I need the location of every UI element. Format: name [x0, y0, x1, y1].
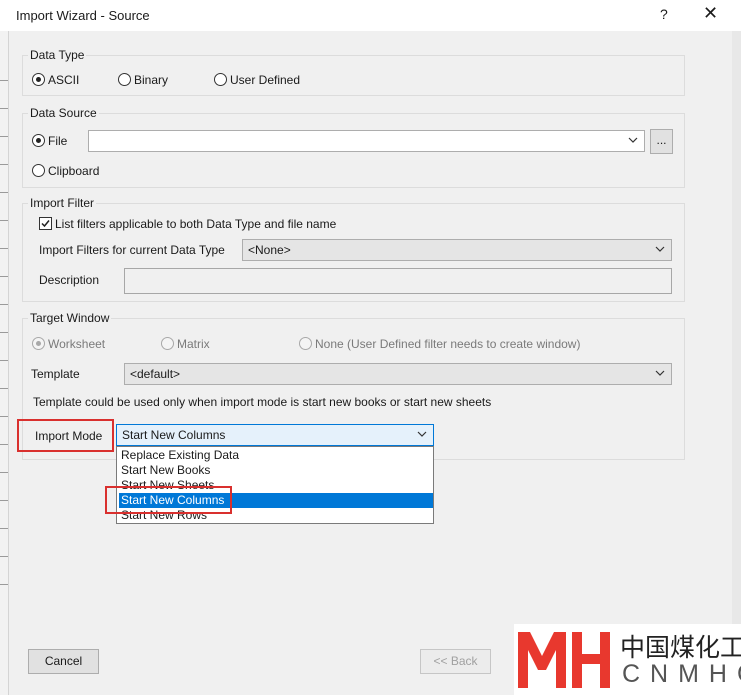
help-button[interactable]: ? — [660, 6, 668, 22]
user-defined-radio[interactable] — [214, 73, 227, 86]
description-label: Description — [39, 273, 100, 287]
dialog-title: Import Wizard - Source — [16, 8, 150, 23]
import-filters-combo[interactable]: <None> — [242, 239, 672, 261]
import-filters-label: Import Filters for current Data Type — [39, 243, 225, 257]
chevron-down-icon — [655, 246, 665, 252]
template-combo[interactable]: <default> — [124, 363, 672, 385]
watermark-en-text: CNMHG — [622, 660, 741, 688]
chevron-down-icon — [417, 431, 427, 437]
chevron-down-icon — [655, 370, 665, 376]
import-wizard-dialog: Import Wizard - Source ? ✕ Data Type ASC… — [0, 0, 741, 695]
import-filter-legend: Import Filter — [28, 196, 97, 210]
import-filters-value: <None> — [248, 243, 291, 257]
back-button[interactable]: << Back — [420, 649, 491, 674]
import-mode-label-highlight — [17, 419, 114, 452]
cancel-button[interactable]: Cancel — [28, 649, 99, 674]
cancel-label: Cancel — [44, 654, 83, 668]
background-scrollbar — [732, 31, 741, 695]
template-value: <default> — [130, 367, 181, 381]
list-filters-checkbox[interactable] — [39, 217, 52, 230]
worksheet-radio[interactable] — [32, 337, 45, 350]
close-button[interactable]: ✕ — [703, 3, 718, 24]
ascii-radio[interactable] — [32, 73, 45, 86]
data-type-legend: Data Type — [28, 48, 87, 62]
import-mode-value: Start New Columns — [122, 428, 226, 442]
data-source-legend: Data Source — [28, 106, 99, 120]
start-new-columns-highlight — [105, 486, 232, 514]
ascii-label: ASCII — [48, 73, 80, 87]
matrix-radio[interactable] — [161, 337, 174, 350]
list-filters-label: List filters applicable to both Data Typ… — [55, 217, 337, 231]
worksheet-label: Worksheet — [48, 337, 106, 351]
description-field — [124, 268, 672, 294]
option-start-new-books[interactable]: Start New Books — [119, 463, 433, 478]
chevron-down-icon — [628, 137, 638, 143]
option-replace-existing-data[interactable]: Replace Existing Data — [119, 448, 433, 463]
target-window-legend: Target Window — [28, 311, 112, 325]
none-radio[interactable] — [299, 337, 312, 350]
import-mode-combo[interactable]: Start New Columns — [116, 424, 434, 446]
browse-button[interactable]: ... — [650, 129, 673, 154]
template-label: Template — [31, 367, 80, 381]
file-label: File — [48, 134, 68, 148]
mh-logo-icon — [518, 632, 610, 688]
clipboard-label: Clipboard — [48, 164, 100, 178]
template-note: Template could be used only when import … — [33, 395, 492, 409]
binary-label: Binary — [134, 73, 169, 87]
file-path-combo[interactable] — [88, 130, 645, 152]
file-radio[interactable] — [32, 134, 45, 147]
matrix-label: Matrix — [177, 337, 210, 351]
none-label: None (User Defined filter needs to creat… — [315, 337, 581, 351]
back-label: << Back — [433, 654, 478, 668]
watermark-cn-text: 中国煤化工 — [620, 634, 741, 662]
clipboard-radio[interactable] — [32, 164, 45, 177]
checkmark-icon — [41, 220, 50, 228]
watermark-logo: 中国煤化工 CNMHG — [514, 624, 741, 695]
binary-radio[interactable] — [118, 73, 131, 86]
title-bar: Import Wizard - Source ? ✕ — [0, 0, 741, 31]
browse-label: ... — [656, 133, 667, 147]
user-defined-label: User Defined — [230, 73, 301, 87]
